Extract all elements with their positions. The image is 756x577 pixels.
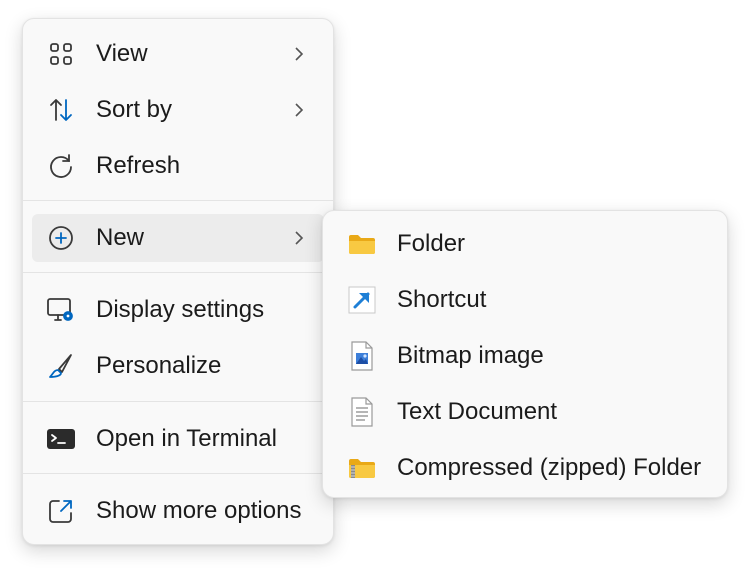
menu-item-new[interactable]: New [32,214,324,262]
menu-divider [23,473,333,474]
submenu-item-label: Shortcut [397,286,487,313]
open-external-icon [46,496,76,526]
menu-item-label: New [96,224,145,251]
menu-item-label: Personalize [96,352,222,379]
submenu-item-label: Bitmap image [397,342,544,369]
paintbrush-icon [46,351,76,381]
menu-item-personalize[interactable]: Personalize [32,342,324,390]
menu-item-display-settings[interactable]: Display settings [32,286,324,334]
bitmap-file-icon [347,341,377,371]
display-settings-icon [46,295,76,325]
menu-item-label: Display settings [96,296,265,323]
menu-divider [23,272,333,273]
menu-item-refresh[interactable]: Refresh [32,142,324,190]
grid-icon [46,39,76,69]
menu-item-open-in-terminal[interactable]: Open in Terminal [32,415,324,463]
menu-item-view[interactable]: View [32,30,324,78]
menu-item-label: Open in Terminal [96,425,277,452]
menu-item-sort-by[interactable]: Sort by [32,86,324,134]
sort-arrows-icon [46,95,76,125]
menu-item-label: Sort by [96,96,173,123]
menu-item-label: Show more options [96,497,302,524]
menu-item-label: Refresh [96,152,181,179]
text-document-icon [347,397,377,427]
menu-item-label: View [96,40,148,67]
submenu-item-bitmap-image[interactable]: Bitmap image [333,332,717,380]
chevron-right-icon [292,100,306,120]
desktop-context-menu-stage: View Sort by Refresh New Display setting… [0,0,756,577]
menu-divider [23,401,333,402]
submenu-item-folder[interactable]: Folder [333,220,717,268]
submenu-item-label: Folder [397,230,466,257]
menu-item-show-more-options[interactable]: Show more options [32,487,324,535]
refresh-icon [46,151,76,181]
terminal-icon [46,424,76,454]
shortcut-arrow-icon [347,285,377,315]
new-submenu: Folder Shortcut Bitmap image Text Docume… [322,210,728,498]
submenu-item-label: Text Document [397,398,558,425]
plus-circle-icon [46,223,76,253]
folder-icon [347,229,377,259]
submenu-item-compressed-folder[interactable]: Compressed (zipped) Folder [333,444,717,492]
submenu-item-shortcut[interactable]: Shortcut [333,276,717,324]
zipped-folder-icon [347,453,377,483]
chevron-right-icon [292,44,306,64]
submenu-item-label: Compressed (zipped) Folder [397,454,702,481]
submenu-item-text-document[interactable]: Text Document [333,388,717,436]
chevron-right-icon [292,228,306,248]
context-menu: View Sort by Refresh New Display setting… [22,18,334,545]
menu-divider [23,200,333,201]
